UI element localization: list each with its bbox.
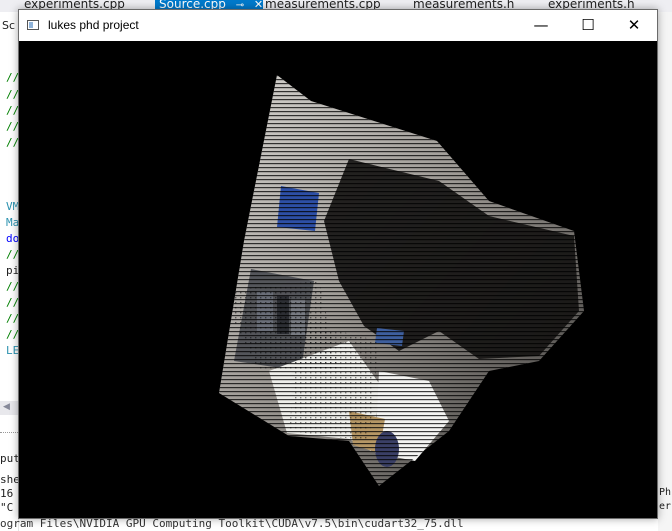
output-line: she xyxy=(0,473,20,486)
panel-splitter[interactable] xyxy=(0,432,18,433)
point-cloud-viewport[interactable] xyxy=(19,41,657,518)
point-cloud-render xyxy=(219,75,584,486)
output-line: "C xyxy=(0,501,14,514)
output-line: put xyxy=(0,452,20,465)
app-window: lukes phd project — ☐ ✕ xyxy=(18,9,658,519)
close-button[interactable]: ✕ xyxy=(611,10,657,41)
maximize-icon: ☐ xyxy=(581,16,595,34)
window-title: lukes phd project xyxy=(48,18,139,32)
title-bar[interactable]: lukes phd project — ☐ ✕ xyxy=(19,10,657,41)
ide-right-panel xyxy=(658,12,672,531)
horizontal-scrollbar[interactable]: ◀ xyxy=(0,401,18,415)
output-line: Ph xyxy=(659,487,672,498)
maximize-button[interactable]: ☐ xyxy=(565,10,611,41)
scroll-left-icon[interactable]: ◀ xyxy=(3,402,10,412)
output-line: 16 xyxy=(0,487,14,500)
close-icon: ✕ xyxy=(627,16,641,34)
minimize-icon: — xyxy=(533,16,549,34)
minimize-button[interactable]: — xyxy=(518,10,564,41)
output-line: er xyxy=(659,501,672,512)
app-icon[interactable] xyxy=(27,20,39,30)
ide-side-label: Sc xyxy=(2,19,16,32)
